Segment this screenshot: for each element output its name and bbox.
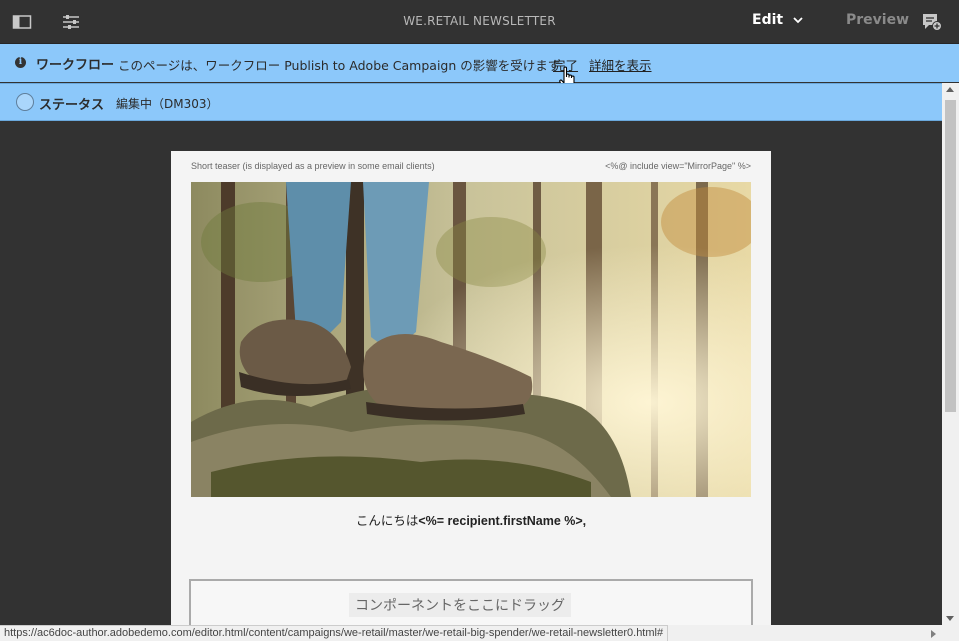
editor-toolbar: WE.RETAIL NEWSLETTER Edit Preview (0, 0, 959, 44)
workflow-info-bar: i ワークフロー このページは、ワークフロー Publish to Adobe … (0, 44, 959, 82)
info-icon: i (15, 57, 26, 68)
scroll-right-arrow-icon[interactable] (931, 630, 936, 638)
greeting-prefix: こんにちは (355, 514, 419, 528)
component-dropzone[interactable]: コンポーネントをここにドラッグ (189, 579, 753, 625)
side-panel-icon[interactable] (12, 12, 32, 32)
hiking-boots-image (191, 182, 751, 497)
short-teaser[interactable]: Short teaser (is displayed as a preview … (191, 161, 435, 171)
scrollbar-thumb[interactable] (945, 100, 956, 412)
workflow-message: このページは、ワークフロー Publish to Adobe Campaign … (118, 58, 561, 73)
preview-button[interactable]: Preview (846, 12, 909, 28)
dropzone-label: コンポーネントをここにドラッグ (349, 593, 571, 617)
workflow-title: ワークフロー (36, 58, 115, 73)
page-title: WE.RETAIL NEWSLETTER (403, 14, 556, 28)
properties-icon[interactable] (61, 12, 81, 32)
greeting-text[interactable]: こんにちは<%= recipient.firstName %>, (171, 510, 771, 529)
status-value: 編集中（DM303） (116, 97, 219, 111)
email-canvas: Short teaser (is displayed as a preview … (171, 151, 771, 625)
mirror-page-include[interactable]: <%@ include view="MirrorPage" %> (605, 161, 751, 171)
workflow-status-icon (16, 93, 34, 111)
scroll-down-arrow-icon[interactable] (946, 616, 954, 621)
annotate-icon[interactable] (922, 12, 942, 32)
status-label: ステータス (39, 98, 105, 113)
view-details-link[interactable]: 詳細を表示 (589, 55, 652, 74)
recipient-firstname-field: <%= recipient.firstName %>, (418, 514, 587, 528)
mode-selector[interactable]: Edit (752, 12, 783, 28)
status-url: https://ac6doc-author.adobedemo.com/edit… (0, 625, 669, 641)
scroll-up-arrow-icon[interactable] (946, 87, 954, 92)
browser-status-bar: https://ac6doc-author.adobedemo.com/edit… (0, 625, 959, 641)
vertical-scrollbar[interactable] (942, 83, 959, 625)
chevron-down-icon[interactable] (792, 14, 804, 26)
status-bar: ステータス 編集中（DM303） (0, 83, 942, 121)
hero-image[interactable] (191, 182, 751, 497)
